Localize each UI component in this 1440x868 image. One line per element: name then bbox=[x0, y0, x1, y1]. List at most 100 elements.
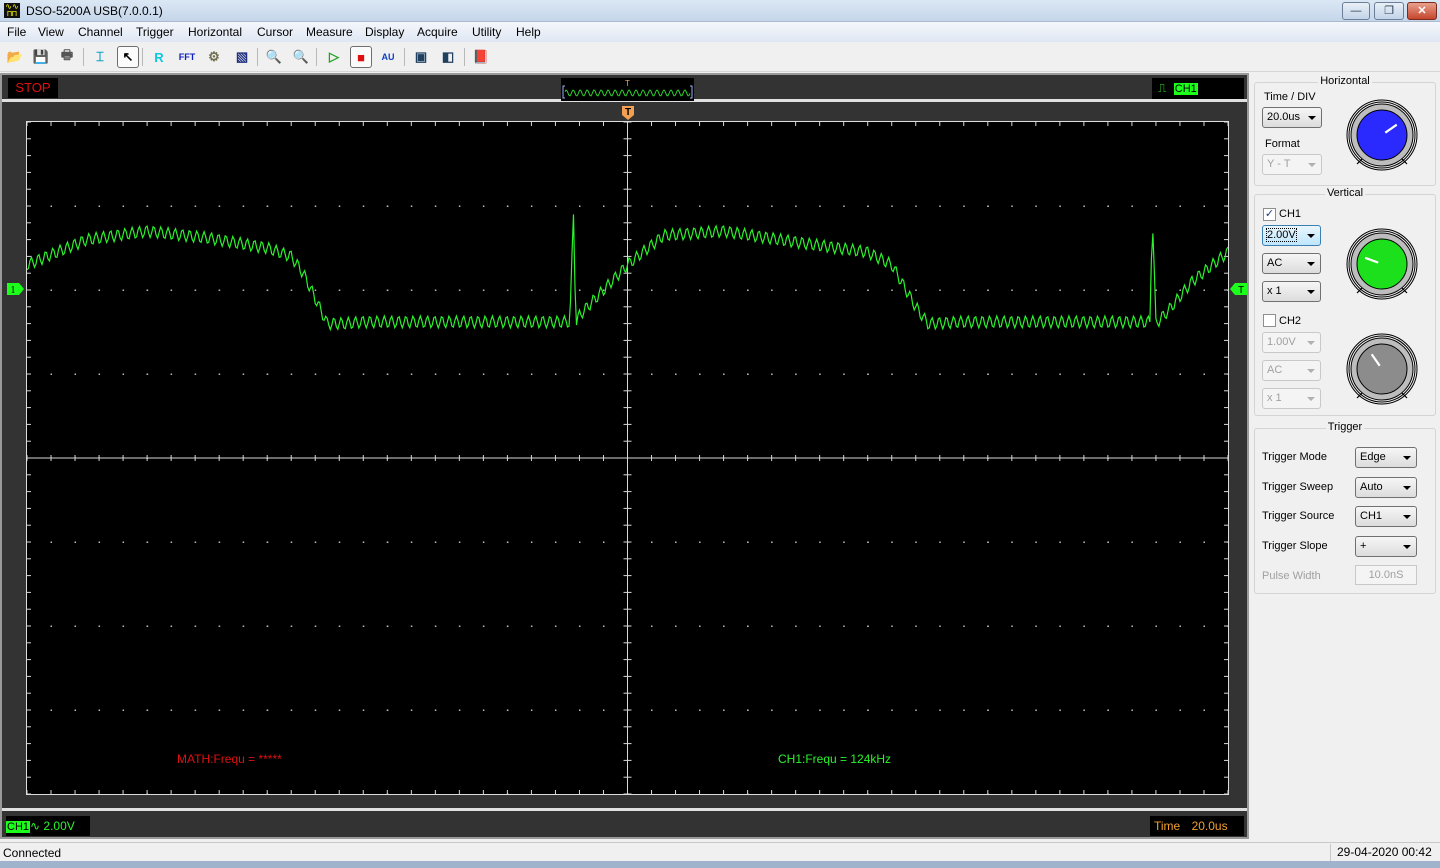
timebase-knob[interactable] bbox=[1345, 98, 1419, 172]
grid-dot bbox=[843, 373, 845, 375]
zoom-out-button[interactable]: 🔍 bbox=[263, 46, 285, 68]
grid-dot bbox=[98, 205, 101, 207]
minimize-button[interactable]: — bbox=[1342, 2, 1370, 20]
grid-dot bbox=[987, 541, 989, 543]
ch2-probe-select[interactable]: x 1 bbox=[1262, 388, 1321, 409]
grid-dot bbox=[747, 373, 749, 375]
cursor-measure-button[interactable]: ⌶ bbox=[89, 46, 111, 68]
waveform-screen[interactable]: MATH:Frequ = ***** CH1:Frequ = 124kHz bbox=[26, 121, 1229, 795]
record-button[interactable]: ⚙ bbox=[203, 46, 225, 68]
ch1-volts-knob[interactable] bbox=[1345, 227, 1419, 301]
autoset-button[interactable]: AU bbox=[377, 46, 399, 68]
taskbar bbox=[0, 861, 1440, 868]
grid-dot bbox=[819, 541, 821, 543]
help-book-button[interactable]: 📕 bbox=[470, 46, 492, 68]
menu-trigger[interactable]: Trigger bbox=[136, 25, 174, 39]
ch1-volts-select[interactable]: 2.00V bbox=[1262, 225, 1321, 246]
ch2-coupling-select[interactable]: AC bbox=[1262, 360, 1321, 381]
grid-dot bbox=[338, 289, 341, 291]
grid-dot bbox=[939, 541, 941, 543]
grid-dot bbox=[170, 289, 173, 291]
panel-toggle-button[interactable]: ◧ bbox=[437, 46, 459, 68]
grid-dot bbox=[1011, 541, 1013, 543]
save-button[interactable]: 💾 bbox=[30, 46, 52, 68]
connection-status: Connected bbox=[3, 846, 62, 860]
run-state-indicator[interactable]: STOP bbox=[8, 78, 58, 98]
menu-acquire[interactable]: Acquire bbox=[417, 25, 458, 39]
ch1-coupling-select[interactable]: AC bbox=[1262, 253, 1321, 274]
format-select[interactable]: Y - T bbox=[1262, 154, 1322, 175]
trigger-slope-label: Trigger Slope bbox=[1262, 540, 1328, 552]
timebase-label: Time bbox=[1154, 819, 1181, 833]
menu-channel[interactable]: Channel bbox=[78, 25, 123, 39]
grid-dot bbox=[458, 289, 461, 291]
pulse-width-input[interactable]: 10.0nS bbox=[1355, 565, 1417, 585]
menu-help[interactable]: Help bbox=[516, 25, 541, 39]
persistence-button[interactable]: ▧ bbox=[231, 46, 253, 68]
grid-dot bbox=[675, 205, 677, 207]
grid-dot bbox=[1035, 541, 1037, 543]
menu-measure[interactable]: Measure bbox=[306, 25, 353, 39]
restore-button[interactable]: ❐ bbox=[1374, 2, 1404, 20]
trigger-sweep-select[interactable]: Auto bbox=[1355, 477, 1417, 498]
menu-file[interactable]: File bbox=[7, 25, 26, 39]
grid-dot bbox=[1107, 625, 1109, 627]
grid-dot bbox=[1107, 541, 1109, 543]
grid-dot bbox=[50, 205, 53, 207]
date-time: 29-04-2020 00:42 bbox=[1330, 844, 1432, 861]
print-button[interactable]: 🖶 bbox=[56, 46, 78, 68]
grid-dot bbox=[651, 289, 653, 291]
grid-dot bbox=[386, 373, 389, 375]
grid-dot bbox=[50, 373, 53, 375]
open-button[interactable]: 📂 bbox=[4, 46, 26, 68]
ch1-checkbox[interactable]: ✓ bbox=[1263, 208, 1276, 221]
menu-horizontal[interactable]: Horizontal bbox=[188, 25, 242, 39]
reference-button[interactable]: R bbox=[148, 46, 170, 68]
close-button[interactable]: ✕ bbox=[1407, 2, 1437, 20]
grid-dot bbox=[1011, 625, 1013, 627]
grid-dot bbox=[506, 205, 509, 207]
pointer-button[interactable]: ↖ bbox=[117, 46, 139, 68]
grid-dot bbox=[1011, 289, 1013, 291]
menu-view[interactable]: View bbox=[38, 25, 64, 39]
grid-dot bbox=[50, 625, 53, 627]
grid-dot bbox=[242, 205, 245, 207]
ch1-scale-readout[interactable]: CH1∿ 2.00V bbox=[6, 816, 90, 836]
time-div-select[interactable]: 20.0us bbox=[1262, 107, 1322, 128]
trigger-mode-select[interactable]: Edge bbox=[1355, 447, 1417, 468]
toolbar-separator bbox=[142, 48, 143, 66]
memory-overview[interactable]: T bbox=[561, 78, 694, 101]
run-button[interactable]: ▷ bbox=[323, 46, 345, 68]
grid-dot bbox=[723, 289, 725, 291]
grid-dot bbox=[602, 205, 605, 207]
grid-dot bbox=[482, 373, 485, 375]
grid-dot bbox=[530, 541, 533, 543]
stop-button[interactable]: ■ bbox=[350, 46, 372, 68]
menu-utility[interactable]: Utility bbox=[472, 25, 501, 39]
grid-dot bbox=[458, 709, 461, 711]
grid-dot bbox=[554, 625, 557, 627]
grid-dot bbox=[242, 709, 245, 711]
fullscreen-button[interactable]: ▣ bbox=[410, 46, 432, 68]
grid-dot bbox=[314, 205, 317, 207]
trigger-position-marker[interactable]: T bbox=[621, 105, 635, 121]
ch2-volts-select[interactable]: 1.00V bbox=[1262, 332, 1321, 353]
grid-dot bbox=[963, 541, 965, 543]
waveform-plot: MATH:Frequ = ***** CH1:Frequ = 124kHz bbox=[26, 121, 1229, 795]
trigger-level-marker[interactable]: T bbox=[1230, 283, 1247, 295]
zoom-in-button[interactable]: 🔍 bbox=[290, 46, 312, 68]
fft-button[interactable]: FFT bbox=[176, 46, 198, 68]
knob-face bbox=[1356, 343, 1408, 395]
ch1-probe-select[interactable]: x 1 bbox=[1262, 281, 1321, 302]
grid-dot bbox=[554, 541, 557, 543]
menu-display[interactable]: Display bbox=[365, 25, 404, 39]
grid-dot bbox=[1107, 373, 1109, 375]
ch1-ground-marker[interactable]: 1 bbox=[7, 283, 25, 295]
grid-dot bbox=[218, 541, 221, 543]
ch2-volts-knob[interactable] bbox=[1345, 332, 1419, 406]
trigger-slope-select[interactable]: + bbox=[1355, 536, 1417, 557]
menu-cursor[interactable]: Cursor bbox=[257, 25, 293, 39]
trigger-source-select[interactable]: CH1 bbox=[1355, 506, 1417, 527]
ch2-checkbox[interactable] bbox=[1263, 314, 1276, 327]
grid-dot bbox=[915, 373, 917, 375]
